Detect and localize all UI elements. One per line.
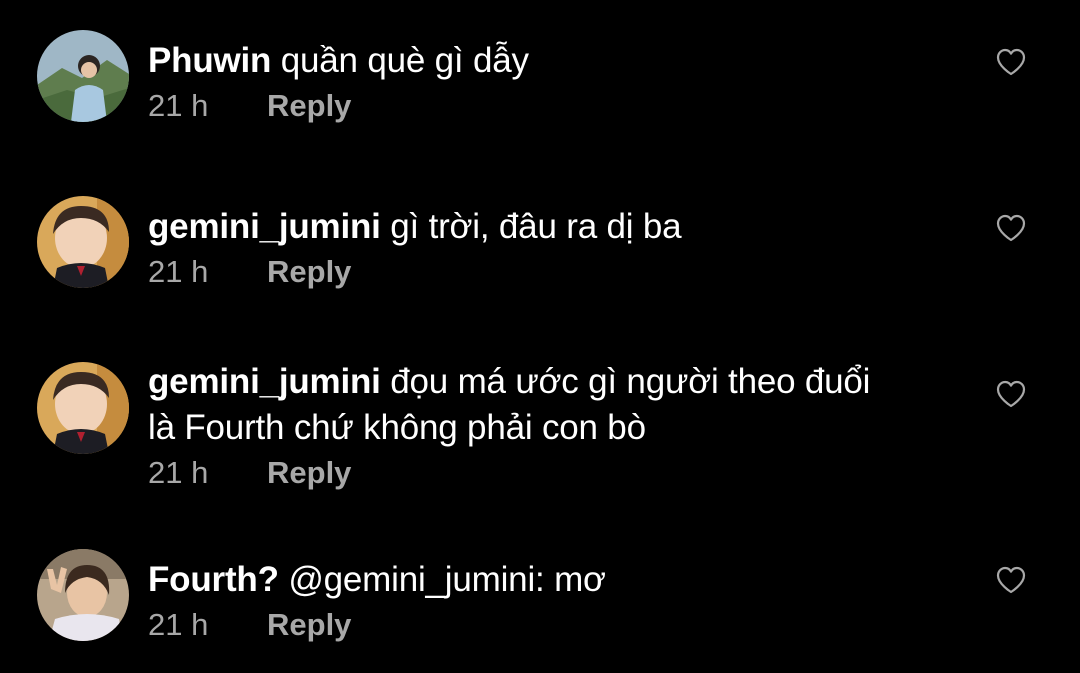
reply-button[interactable]: Reply	[267, 88, 351, 123]
avatar[interactable]	[37, 362, 129, 454]
reply-button[interactable]: Reply	[267, 254, 351, 289]
comment-text-line: gemini_jumini đọu má ước gì người theo đ…	[148, 359, 878, 451]
timestamp: 21 h	[148, 254, 209, 289]
avatar-photo-child	[37, 196, 129, 288]
comment-item: Fourth? @gemini_jumini: mơ 21 h Reply	[0, 525, 1080, 673]
comment-item: gemini_jumini gì trời, đâu ra dị ba 21 h…	[0, 160, 1080, 325]
comment-text: quần què gì dẫy	[280, 41, 529, 80]
avatar-photo-peace-sign	[37, 549, 129, 641]
comment-body: Phuwin quần què gì dẫy 21 h Reply	[148, 38, 948, 126]
comment-body: Fourth? @gemini_jumini: mơ 21 h Reply	[148, 557, 948, 645]
comment-text-line: Fourth? @gemini_jumini: mơ	[148, 557, 948, 603]
avatar[interactable]	[37, 196, 129, 288]
username[interactable]: gemini_jumini	[148, 207, 381, 246]
avatar-photo-mountain	[37, 30, 129, 122]
comment-text: @gemini_jumini: mơ	[288, 560, 606, 599]
comment-item: Phuwin quần què gì dẫy 21 h Reply	[0, 0, 1080, 160]
reply-button[interactable]: Reply	[267, 455, 351, 490]
timestamp: 21 h	[148, 88, 209, 123]
username[interactable]: gemini_jumini	[148, 362, 381, 401]
avatar[interactable]	[37, 30, 129, 122]
comment-meta: 21 h Reply	[148, 453, 878, 493]
avatar-photo-child	[37, 362, 129, 454]
reply-button[interactable]: Reply	[267, 607, 351, 642]
avatar[interactable]	[37, 549, 129, 641]
comment-text: gì trời, đâu ra dị ba	[390, 207, 682, 246]
comment-text-line: Phuwin quần què gì dẫy	[148, 38, 948, 84]
heart-icon[interactable]	[996, 566, 1026, 594]
timestamp: 21 h	[148, 607, 209, 642]
comment-meta: 21 h Reply	[148, 86, 948, 126]
comment-item: gemini_jumini đọu má ước gì người theo đ…	[0, 325, 1080, 525]
comment-text-line: gemini_jumini gì trời, đâu ra dị ba	[148, 204, 948, 250]
comment-body: gemini_jumini gì trời, đâu ra dị ba 21 h…	[148, 204, 948, 292]
heart-icon[interactable]	[996, 380, 1026, 408]
comment-meta: 21 h Reply	[148, 605, 948, 645]
comment-meta: 21 h Reply	[148, 252, 948, 292]
heart-icon[interactable]	[996, 48, 1026, 76]
comment-body: gemini_jumini đọu má ước gì người theo đ…	[148, 359, 878, 493]
username[interactable]: Fourth?	[148, 560, 279, 599]
username[interactable]: Phuwin	[148, 41, 271, 80]
heart-icon[interactable]	[996, 214, 1026, 242]
timestamp: 21 h	[148, 455, 209, 490]
